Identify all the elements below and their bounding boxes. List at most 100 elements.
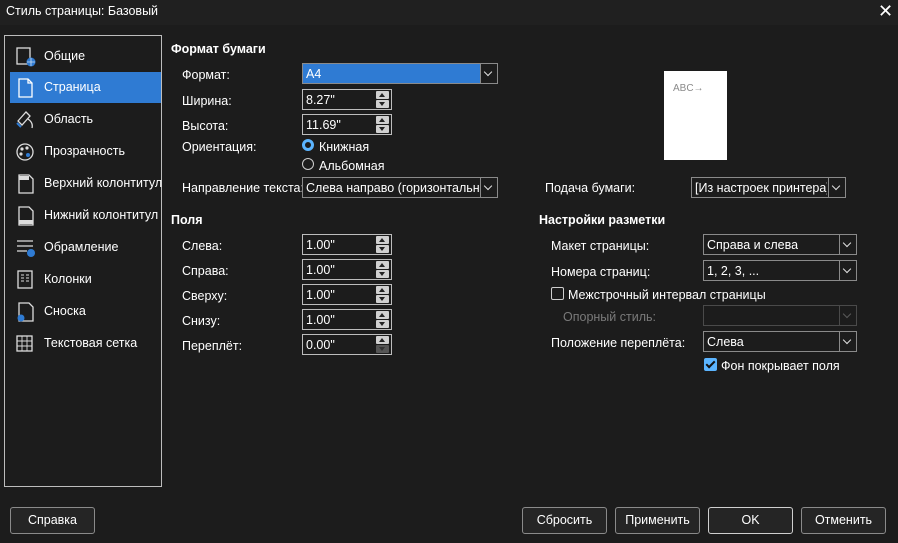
sidebar-item-footer[interactable]: Нижний колонтитул	[10, 200, 161, 231]
width-value: 8.27"	[306, 93, 335, 107]
area-icon	[16, 111, 33, 129]
spin-up-icon[interactable]	[376, 286, 389, 294]
spin-down-icon[interactable]	[376, 320, 389, 328]
spin-down-icon[interactable]	[376, 295, 389, 303]
paper-tray-select[interactable]: [Из настроек принтера]	[691, 177, 846, 198]
sidebar-item-label: Нижний колонтитул	[44, 208, 159, 222]
help-button[interactable]: Справка	[10, 507, 95, 534]
spin-up-icon[interactable]	[376, 261, 389, 269]
page-layout-select[interactable]: Справа и слева	[703, 234, 857, 255]
chevron-down-icon[interactable]	[839, 332, 856, 351]
chevron-down-icon[interactable]	[480, 178, 497, 197]
sidebar-item-borders[interactable]: Обрамление	[10, 232, 161, 263]
chevron-down-icon[interactable]	[480, 64, 497, 83]
spin-up-icon[interactable]	[376, 116, 389, 124]
spin-up-icon[interactable]	[376, 91, 389, 99]
height-value: 11.69"	[306, 118, 341, 132]
margin-left-value: 1.00"	[306, 238, 335, 252]
sidebar-item-page[interactable]: Страница	[10, 72, 161, 103]
cancel-button[interactable]: Отменить	[801, 507, 886, 534]
reset-button[interactable]: Сбросить	[522, 507, 607, 534]
reference-style-label: Опорный стиль:	[563, 310, 656, 324]
portrait-label[interactable]: Книжная	[319, 140, 369, 154]
margin-bottom-value: 1.00"	[306, 313, 335, 327]
sidebar-item-columns[interactable]: Колонки	[10, 264, 161, 295]
spin-down-icon[interactable]	[376, 100, 389, 108]
margin-top-value: 1.00"	[306, 288, 335, 302]
background-covers-label[interactable]: Фон покрывает поля	[721, 359, 840, 373]
gutter-position-select[interactable]: Слева	[703, 331, 857, 352]
text-grid-icon	[16, 335, 33, 352]
sidebar-item-footnote[interactable]: Сноска	[10, 296, 161, 327]
register-true-label[interactable]: Межстрочный интервал страницы	[568, 288, 766, 302]
spin-up-icon[interactable]	[376, 336, 389, 344]
sidebar-item-label: Общие	[44, 49, 86, 63]
page-layout-label: Макет страницы:	[551, 239, 650, 253]
margin-right-value: 1.00"	[306, 263, 335, 277]
gutter-position-label: Положение переплёта:	[551, 336, 686, 350]
transparency-icon	[16, 143, 34, 161]
apply-button[interactable]: Применить	[615, 507, 700, 534]
width-label: Ширина:	[182, 94, 232, 108]
spin-down-icon[interactable]	[376, 270, 389, 278]
sidebar-item-label: Страница	[44, 80, 101, 94]
chevron-down-icon[interactable]	[839, 235, 856, 254]
sidebar-item-label: Верхний колонтитул	[44, 176, 163, 190]
layout-settings-heading: Настройки разметки	[539, 213, 666, 227]
margin-top-label: Сверху:	[182, 289, 228, 303]
sidebar: Общие Страница Область Прозрачность Верх…	[4, 35, 162, 487]
close-icon[interactable]: ✕	[878, 1, 893, 22]
footnote-icon	[17, 302, 34, 322]
borders-icon	[17, 240, 35, 257]
margin-bottom-label: Снизу:	[182, 314, 221, 328]
margin-top-spinbox[interactable]: 1.00"	[302, 284, 392, 305]
height-label: Высота:	[182, 119, 229, 133]
page-layout-value: Справа и слева	[707, 238, 799, 252]
landscape-radio[interactable]	[302, 158, 314, 170]
paper-tray-label: Подача бумаги:	[545, 181, 636, 195]
gutter-spinbox[interactable]: 0.00"	[302, 334, 392, 355]
format-select[interactable]: A4	[302, 63, 498, 84]
sidebar-item-header[interactable]: Верхний колонтитул	[10, 168, 163, 199]
orientation-label: Ориентация:	[182, 140, 257, 154]
sidebar-item-text-grid[interactable]: Текстовая сетка	[10, 328, 161, 359]
margin-right-spinbox[interactable]: 1.00"	[302, 259, 392, 280]
sidebar-item-transparency[interactable]: Прозрачность	[10, 136, 161, 167]
sidebar-item-label: Текстовая сетка	[44, 336, 138, 350]
ok-button[interactable]: OK	[708, 507, 793, 534]
margins-heading: Поля	[171, 213, 203, 227]
text-direction-value: Слева направо (горизонтально)	[306, 181, 479, 195]
spin-up-icon[interactable]	[376, 311, 389, 319]
width-spinbox[interactable]: 8.27"	[302, 89, 392, 110]
margin-left-label: Слева:	[182, 239, 223, 253]
page-numbers-label: Номера страниц:	[551, 265, 651, 279]
footer-icon	[18, 206, 34, 226]
margin-left-spinbox[interactable]: 1.00"	[302, 234, 392, 255]
paper-format-heading: Формат бумаги	[171, 42, 266, 56]
background-covers-checkbox[interactable]	[704, 358, 717, 371]
margin-bottom-spinbox[interactable]: 1.00"	[302, 309, 392, 330]
text-direction-select[interactable]: Слева направо (горизонтально)	[302, 177, 498, 198]
chevron-down-icon[interactable]	[839, 261, 856, 280]
text-direction-label: Направление текста:	[182, 181, 304, 195]
register-true-checkbox[interactable]	[551, 287, 564, 300]
reference-style-select	[703, 305, 857, 326]
chevron-down-icon[interactable]	[828, 178, 845, 197]
gutter-value: 0.00"	[306, 338, 335, 352]
sidebar-item-label: Область	[44, 112, 94, 126]
spin-down-icon[interactable]	[376, 245, 389, 253]
format-value: A4	[306, 67, 322, 81]
spin-down-icon[interactable]	[376, 125, 389, 133]
sidebar-item-area[interactable]: Область	[10, 104, 161, 135]
height-spinbox[interactable]: 11.69"	[302, 114, 392, 135]
spin-down-icon	[376, 345, 389, 353]
format-label: Формат:	[182, 68, 230, 82]
paper-tray-value: [Из настроек принтера]	[695, 181, 827, 195]
page-numbers-select[interactable]: 1, 2, 3, ...	[703, 260, 857, 281]
organizer-icon	[16, 47, 36, 67]
sidebar-item-general[interactable]: Общие	[10, 41, 161, 72]
portrait-radio[interactable]	[302, 139, 314, 151]
spin-up-icon[interactable]	[376, 236, 389, 244]
page-icon	[18, 78, 33, 98]
landscape-label[interactable]: Альбомная	[319, 159, 384, 173]
